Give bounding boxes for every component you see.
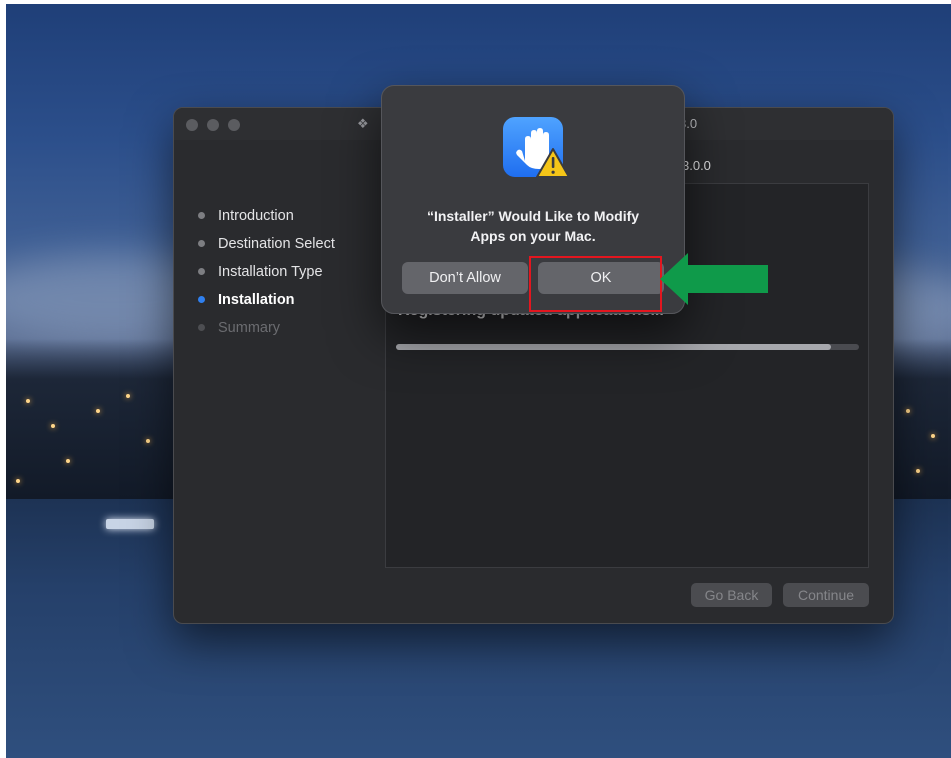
step-label: Destination Select — [218, 236, 335, 252]
step-installation: Installation — [196, 290, 335, 318]
zoom-window-button[interactable] — [228, 119, 240, 131]
dont-allow-button[interactable]: Don’t Allow — [402, 262, 528, 294]
step-bullet — [198, 324, 205, 331]
progress-bar — [396, 344, 859, 350]
city-skyline-right — [891, 339, 951, 499]
step-label: Installation — [218, 292, 295, 308]
dialog-title: “Installer” Would Like to Modify Apps on… — [382, 206, 684, 246]
boat — [106, 519, 154, 529]
step-bullet — [198, 296, 205, 303]
step-label: Summary — [218, 320, 281, 336]
step-label: Introduction — [218, 208, 294, 224]
package-header: 3.0.0 — [682, 158, 711, 173]
green-arrow-icon — [660, 253, 768, 305]
minimize-window-button[interactable] — [207, 119, 219, 131]
step-introduction: Introduction — [196, 206, 335, 234]
installer-steps: Introduction Destination Select Installa… — [196, 206, 335, 346]
step-installation-type: Installation Type — [196, 262, 335, 290]
dialog-title-line1: “Installer” Would Like to Modify — [426, 208, 640, 224]
continue-button[interactable]: Continue — [783, 583, 869, 607]
step-bullet — [198, 268, 205, 275]
step-destination-select: Destination Select — [196, 234, 335, 262]
dialog-title-line2: Apps on your Mac. — [470, 228, 596, 244]
hand-stop-warning-icon — [503, 117, 570, 178]
go-back-button[interactable]: Go Back — [691, 583, 772, 607]
step-label: Installation Type — [218, 264, 323, 280]
step-summary: Summary — [196, 318, 335, 346]
step-bullet — [198, 212, 205, 219]
ok-highlight-box — [529, 256, 662, 312]
package-icon: ❖ — [357, 116, 369, 131]
city-skyline-left — [6, 339, 176, 499]
step-bullet — [198, 240, 205, 247]
close-window-button[interactable] — [186, 119, 198, 131]
progress-fill — [396, 344, 832, 350]
